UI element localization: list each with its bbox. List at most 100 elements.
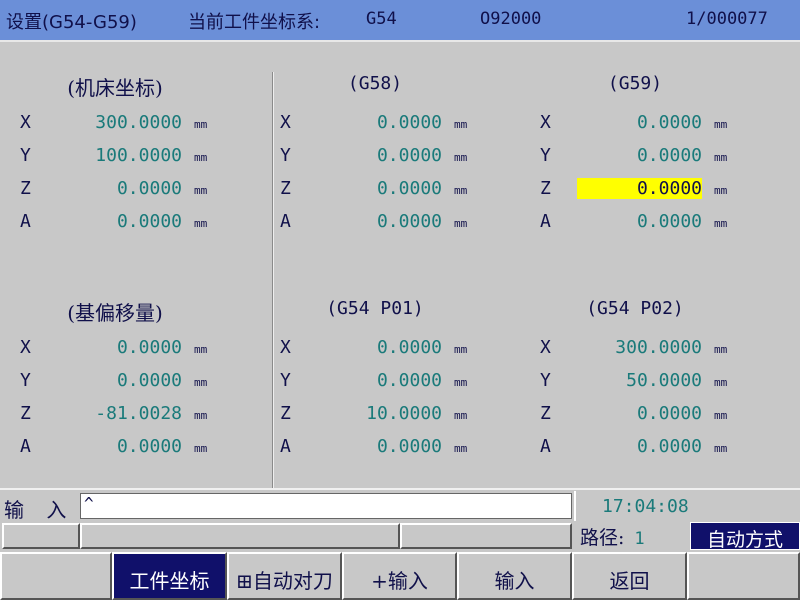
offset-row-z[interactable]: Z 0.0000 mm xyxy=(520,403,780,429)
block-counter: 1/000077 xyxy=(686,9,768,29)
axis-label: A xyxy=(20,211,31,232)
axis-label: X xyxy=(20,112,31,133)
axis-label: Z xyxy=(540,403,551,424)
softkey-input[interactable]: 输入 xyxy=(457,552,572,600)
status-cell xyxy=(2,523,80,549)
offset-row-z[interactable]: Z 10.0000 mm xyxy=(260,403,520,429)
unit-label: mm xyxy=(714,343,728,356)
offset-row-z[interactable]: Z 0.0000 mm xyxy=(260,178,520,204)
offset-value[interactable]: 0.0000 xyxy=(377,112,442,133)
coord-value: 300.0000 xyxy=(95,112,182,133)
input-label: 输 入 xyxy=(4,498,75,522)
unit-label: mm xyxy=(454,343,468,356)
offset-row-y[interactable]: Y 50.0000 mm xyxy=(520,370,780,396)
mode-badge: 自动方式 xyxy=(690,522,800,551)
offset-row-x[interactable]: X 0.0000 mm xyxy=(0,337,260,363)
offset-value[interactable]: 0.0000 xyxy=(377,178,442,199)
axis-label: Z xyxy=(280,178,291,199)
unit-label: mm xyxy=(194,118,208,131)
offset-value[interactable]: 0.0000 xyxy=(637,145,702,166)
program-number: O92000 xyxy=(480,9,542,29)
coord-row-x: X 300.0000 mm xyxy=(0,112,260,138)
axis-label: X xyxy=(280,337,291,358)
offset-row-a[interactable]: A 0.0000 mm xyxy=(520,211,780,237)
offset-value[interactable]: 0.0000 xyxy=(637,112,702,133)
softkey-blank[interactable] xyxy=(687,552,800,600)
axis-label: Y xyxy=(540,370,551,391)
softkey-work-coords[interactable]: 工件坐标 xyxy=(112,552,227,600)
coord-row-a: A 0.0000 mm xyxy=(0,211,260,237)
offset-row-a[interactable]: A 0.0000 mm xyxy=(260,436,520,462)
unit-label: mm xyxy=(194,217,208,230)
offset-value[interactable]: -81.0028 xyxy=(95,403,182,424)
offset-row-a[interactable]: A 0.0000 mm xyxy=(260,211,520,237)
offset-value[interactable]: 0.0000 xyxy=(377,370,442,391)
offset-value[interactable]: 0.0000 xyxy=(117,370,182,391)
coord-system-label: 当前工件坐标系: xyxy=(188,12,321,33)
unit-label: mm xyxy=(454,442,468,455)
offset-row-z[interactable]: Z -81.0028 mm xyxy=(0,403,260,429)
softkey-auto-tool-set[interactable]: ⊞自动对刀 xyxy=(227,552,342,600)
axis-label: X xyxy=(280,112,291,133)
coord-row-z: Z 0.0000 mm xyxy=(0,178,260,204)
coord-value: 0.0000 xyxy=(116,178,182,199)
softkey-return[interactable]: 返回 xyxy=(572,552,687,600)
offset-row-y[interactable]: Y 0.0000 mm xyxy=(0,370,260,396)
unit-label: mm xyxy=(194,442,208,455)
offset-row-y[interactable]: Y 0.0000 mm xyxy=(260,370,520,396)
unit-label: mm xyxy=(194,184,208,197)
block-heading: (G58) xyxy=(347,73,403,94)
coord-system-value: G54 xyxy=(366,9,397,29)
offset-row-y[interactable]: Y 0.0000 mm xyxy=(260,145,520,171)
offset-value[interactable]: 0.0000 xyxy=(377,436,442,457)
offset-row-z[interactable]: Z 0.0000 mm xyxy=(520,178,780,204)
input-field[interactable]: ^ xyxy=(80,493,572,519)
offset-value[interactable]: 0.0000 xyxy=(377,145,442,166)
offset-row-x[interactable]: X 0.0000 mm xyxy=(520,112,780,138)
axis-label: Z xyxy=(540,178,551,199)
offset-value[interactable]: 10.0000 xyxy=(366,403,442,424)
softkey-blank[interactable] xyxy=(0,552,112,600)
axis-label: A xyxy=(20,436,31,457)
unit-label: mm xyxy=(714,442,728,455)
offset-value[interactable]: 50.0000 xyxy=(626,370,702,391)
path-label: 路径: xyxy=(580,527,625,549)
offset-value[interactable]: 0.0000 xyxy=(637,403,702,424)
unit-label: mm xyxy=(714,184,728,197)
softkey-plus-input[interactable]: +输入 xyxy=(342,552,457,600)
unit-label: mm xyxy=(194,343,208,356)
unit-label: mm xyxy=(194,151,208,164)
selected-offset-value[interactable]: 0.0000 xyxy=(576,178,702,199)
unit-label: mm xyxy=(454,151,468,164)
clock: 17:04:08 xyxy=(574,491,800,521)
unit-label: mm xyxy=(454,184,468,197)
coord-row-y: Y 100.0000 mm xyxy=(0,145,260,171)
offset-row-y[interactable]: Y 0.0000 mm xyxy=(520,145,780,171)
input-bar: 输 入 ^ 17:04:08 xyxy=(0,488,800,522)
offset-row-x[interactable]: X 0.0000 mm xyxy=(260,337,520,363)
work-offset-panel: (机床坐标) X 300.0000 mm Y 100.0000 mm Z 0.0000 mm… xyxy=(0,40,800,490)
unit-label: mm xyxy=(714,151,728,164)
block-heading: (G54 P01) xyxy=(326,298,424,319)
axis-label: X xyxy=(540,337,551,358)
offset-value[interactable]: 0.0000 xyxy=(117,337,182,358)
offset-row-x[interactable]: X 300.0000 mm xyxy=(520,337,780,363)
title-bar: 设置(G54-G59) 当前工件坐标系: G54 O92000 1/000077 xyxy=(0,0,800,40)
offset-row-a[interactable]: A 0.0000 mm xyxy=(0,436,260,462)
axis-label: Y xyxy=(280,145,291,166)
block-heading: (基偏移量) xyxy=(67,301,163,325)
offset-row-a[interactable]: A 0.0000 mm xyxy=(520,436,780,462)
screen-title: 设置(G54-G59) xyxy=(6,12,137,33)
offset-row-x[interactable]: X 0.0000 mm xyxy=(260,112,520,138)
status-bar: 路径: 1 自动方式 xyxy=(0,522,800,551)
offset-value[interactable]: 300.0000 xyxy=(615,337,702,358)
offset-value[interactable]: 0.0000 xyxy=(377,211,442,232)
softkey-bar: 工件坐标 ⊞自动对刀 +输入 输入 返回 xyxy=(0,550,800,600)
path-value: 1 xyxy=(634,529,645,549)
offset-value[interactable]: 0.0000 xyxy=(637,211,702,232)
offset-value[interactable]: 0.0000 xyxy=(117,436,182,457)
axis-label: Y xyxy=(20,370,31,391)
coord-value: 100.0000 xyxy=(95,145,182,166)
offset-value[interactable]: 0.0000 xyxy=(637,436,702,457)
offset-value[interactable]: 0.0000 xyxy=(377,337,442,358)
